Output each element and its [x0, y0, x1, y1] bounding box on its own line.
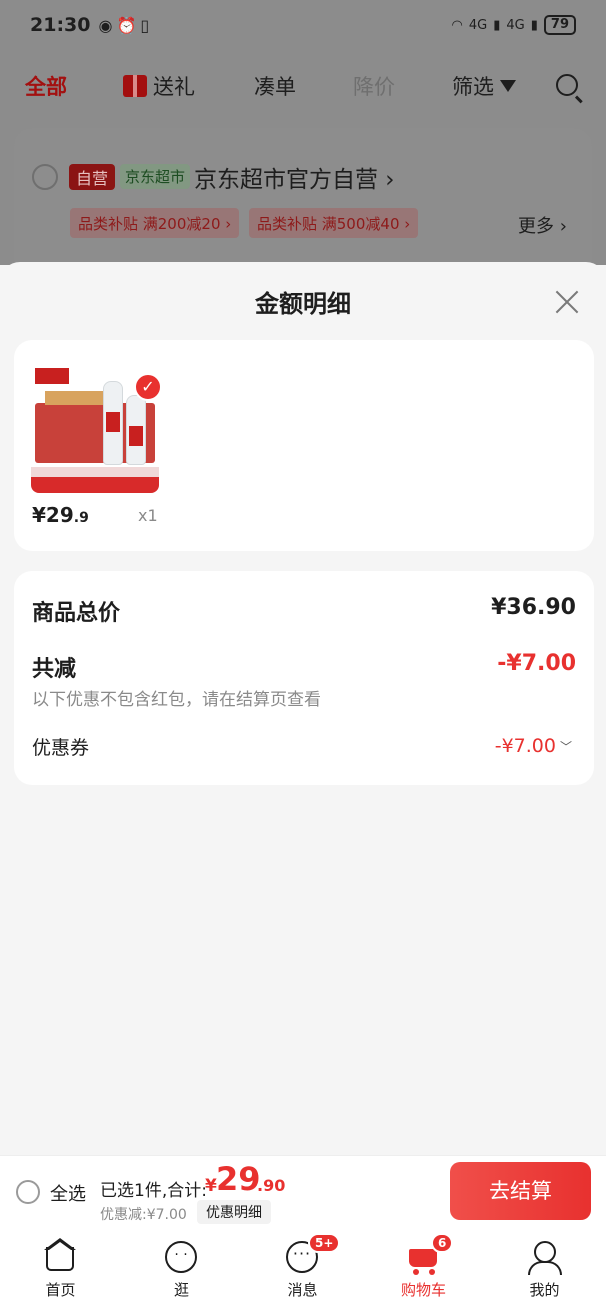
face-circle: · · — [165, 1241, 197, 1273]
wifi-icon: ◠ — [451, 17, 463, 33]
promo-tag-1-text: 品类补贴 满200减20 — [78, 215, 221, 233]
gift-icon — [123, 75, 147, 97]
self-operated-badge: 自营 — [69, 164, 116, 190]
battery-indicator: 79 — [543, 15, 576, 35]
more-link-text: 更多 — [518, 216, 554, 237]
promo-tag-2[interactable]: 品类补贴 满500减40 › — [249, 208, 419, 238]
home-body — [46, 1247, 74, 1271]
product-footer — [31, 477, 159, 493]
eye-icon: ◉ — [98, 15, 113, 35]
brand-logo — [35, 368, 69, 384]
nav-item-cart[interactable]: 6 购物车 — [363, 1231, 484, 1308]
total-price-label: 商品总价 — [32, 601, 121, 626]
messages-badge: 5+ — [308, 1233, 341, 1253]
person-head — [534, 1241, 556, 1263]
total-price-value: ¥36.90 — [491, 595, 576, 620]
nav-item-home[interactable]: 首页 — [0, 1231, 121, 1308]
tab-price-drop-label: 降价 — [353, 75, 395, 99]
signal-bars-icon: ▮ — [493, 17, 501, 33]
water-bottle-small — [126, 395, 146, 465]
nav-label-cart: 购物车 — [400, 1281, 446, 1299]
product-price-int: ¥29 — [32, 503, 74, 527]
discount-detail-button[interactable]: 优惠明细 — [197, 1200, 271, 1224]
product-price-dec: .9 — [73, 510, 89, 526]
tab-combine[interactable]: 凑单 — [254, 71, 296, 101]
search-icon[interactable] — [556, 74, 578, 96]
home-icon — [44, 1238, 76, 1273]
water-bottle — [103, 381, 123, 465]
store-checkbox[interactable] — [32, 164, 58, 190]
discount-label: 共减 — [32, 657, 77, 682]
selected-check-icon: ✓ — [134, 373, 162, 401]
selected-count-text: 已选1件,合计: — [100, 1181, 207, 1201]
supermarket-badge: 京东超市 — [120, 164, 191, 189]
status-icons: ◉ ⏰ ▯ — [98, 16, 149, 35]
promo-tag-1[interactable]: 品类补贴 满200减20 › — [70, 208, 240, 238]
cart-wheel — [413, 1269, 419, 1275]
checkout-button[interactable]: 去结算 — [450, 1162, 591, 1220]
person-body — [528, 1261, 562, 1275]
sheet-title: 金额明细 — [255, 290, 351, 318]
discount-note: 以下优惠不包含红包，请在结算页查看 — [32, 690, 321, 710]
select-all-checkbox[interactable] — [16, 1180, 40, 1204]
coupon-label: 优惠券 — [32, 737, 90, 759]
filter-tabs: 全部 送礼 凑单 降价 筛选 — [0, 64, 606, 108]
product-image[interactable]: ✓ — [31, 363, 162, 495]
vibrate-icon: ▯ — [140, 15, 150, 35]
product-card: ✓ ¥29.9 x1 — [14, 340, 594, 551]
cart-basket — [409, 1249, 437, 1267]
discount-summary: 优惠减:¥7.00 — [100, 1207, 187, 1223]
tab-all-label: 全部 — [25, 75, 67, 99]
status-bar: 21:30 ◉ ⏰ ▯ ◠ 4G ▮ 4G ▮ 79 — [0, 0, 606, 50]
coupon-value[interactable]: -¥7.00 ﹀ — [495, 735, 572, 757]
tab-all[interactable]: 全部 — [25, 71, 67, 101]
store-name-text: 京东超市官方自营 — [194, 167, 378, 193]
coupon-value-text: -¥7.00 — [494, 735, 556, 757]
cart-wheel — [429, 1269, 435, 1275]
nav-item-messages[interactable]: ··· 5+ 消息 — [242, 1231, 363, 1308]
filter-funnel-icon — [500, 80, 516, 92]
close-icon[interactable] — [553, 288, 581, 316]
status-right: ◠ 4G ▮ 4G ▮ 79 — [452, 15, 576, 35]
product-strip — [31, 467, 159, 477]
nav-label-messages: 消息 — [287, 1281, 318, 1299]
product-price: ¥29.9 — [32, 503, 89, 527]
total-amount-dec: .90 — [257, 1176, 286, 1195]
store-card: 自营 京东超市 京东超市官方自营 › 品类补贴 满200减20 › 品类补贴 满… — [14, 128, 592, 278]
promo-tag-2-text: 品类补贴 满500减40 — [257, 215, 400, 233]
signal-2: 4G — [506, 17, 525, 33]
nav-item-browse[interactable]: · · 逛 — [121, 1231, 242, 1308]
more-link[interactable]: 更多 › — [518, 212, 567, 238]
person-icon — [528, 1241, 562, 1275]
alarm-icon: ⏰ — [116, 15, 137, 35]
select-all-label[interactable]: 全选 — [50, 1180, 86, 1206]
amount-detail-sheet: 金额明细 ✓ ¥29.9 x1 商品总价 ¥36.90 共减 -¥7.00 以下… — [0, 262, 606, 1155]
signal-bars-icon: ▮ — [530, 17, 538, 33]
tab-gift[interactable]: 送礼 — [123, 71, 195, 101]
product-quantity: x1 — [138, 506, 158, 525]
checkout-bar: 全选 已选1件,合计: ¥ 29 .90 优惠减:¥7.00 优惠明细 去结算 — [0, 1155, 606, 1231]
discount-value: -¥7.00 — [497, 651, 576, 676]
tab-combine-label: 凑单 — [254, 75, 296, 99]
total-amount-int: 29 — [216, 1160, 261, 1198]
nav-item-me[interactable]: 我的 — [484, 1231, 605, 1308]
nav-label-home: 首页 — [45, 1281, 76, 1299]
bottom-nav: 首页 · · 逛 ··· 5+ 消息 6 购物车 我的 — [0, 1231, 606, 1308]
tab-filter-label: 筛选 — [452, 75, 494, 99]
cart-badge: 6 — [431, 1233, 454, 1253]
store-name[interactable]: 京东超市官方自营 › — [194, 160, 395, 194]
status-time: 21:30 — [30, 14, 91, 36]
tab-gift-label: 送礼 — [153, 75, 195, 99]
tab-filter[interactable]: 筛选 — [452, 71, 516, 101]
nav-label-browse: 逛 — [173, 1281, 189, 1299]
browse-face-icon: · · — [165, 1241, 197, 1273]
chevron-down-icon: ﹀ — [559, 739, 572, 754]
nav-label-me: 我的 — [529, 1281, 560, 1299]
tab-price-drop[interactable]: 降价 — [353, 71, 395, 101]
signal-1: 4G — [468, 17, 488, 33]
summary-card: 商品总价 ¥36.90 共减 -¥7.00 以下优惠不包含红包，请在结算页查看 … — [14, 571, 594, 785]
